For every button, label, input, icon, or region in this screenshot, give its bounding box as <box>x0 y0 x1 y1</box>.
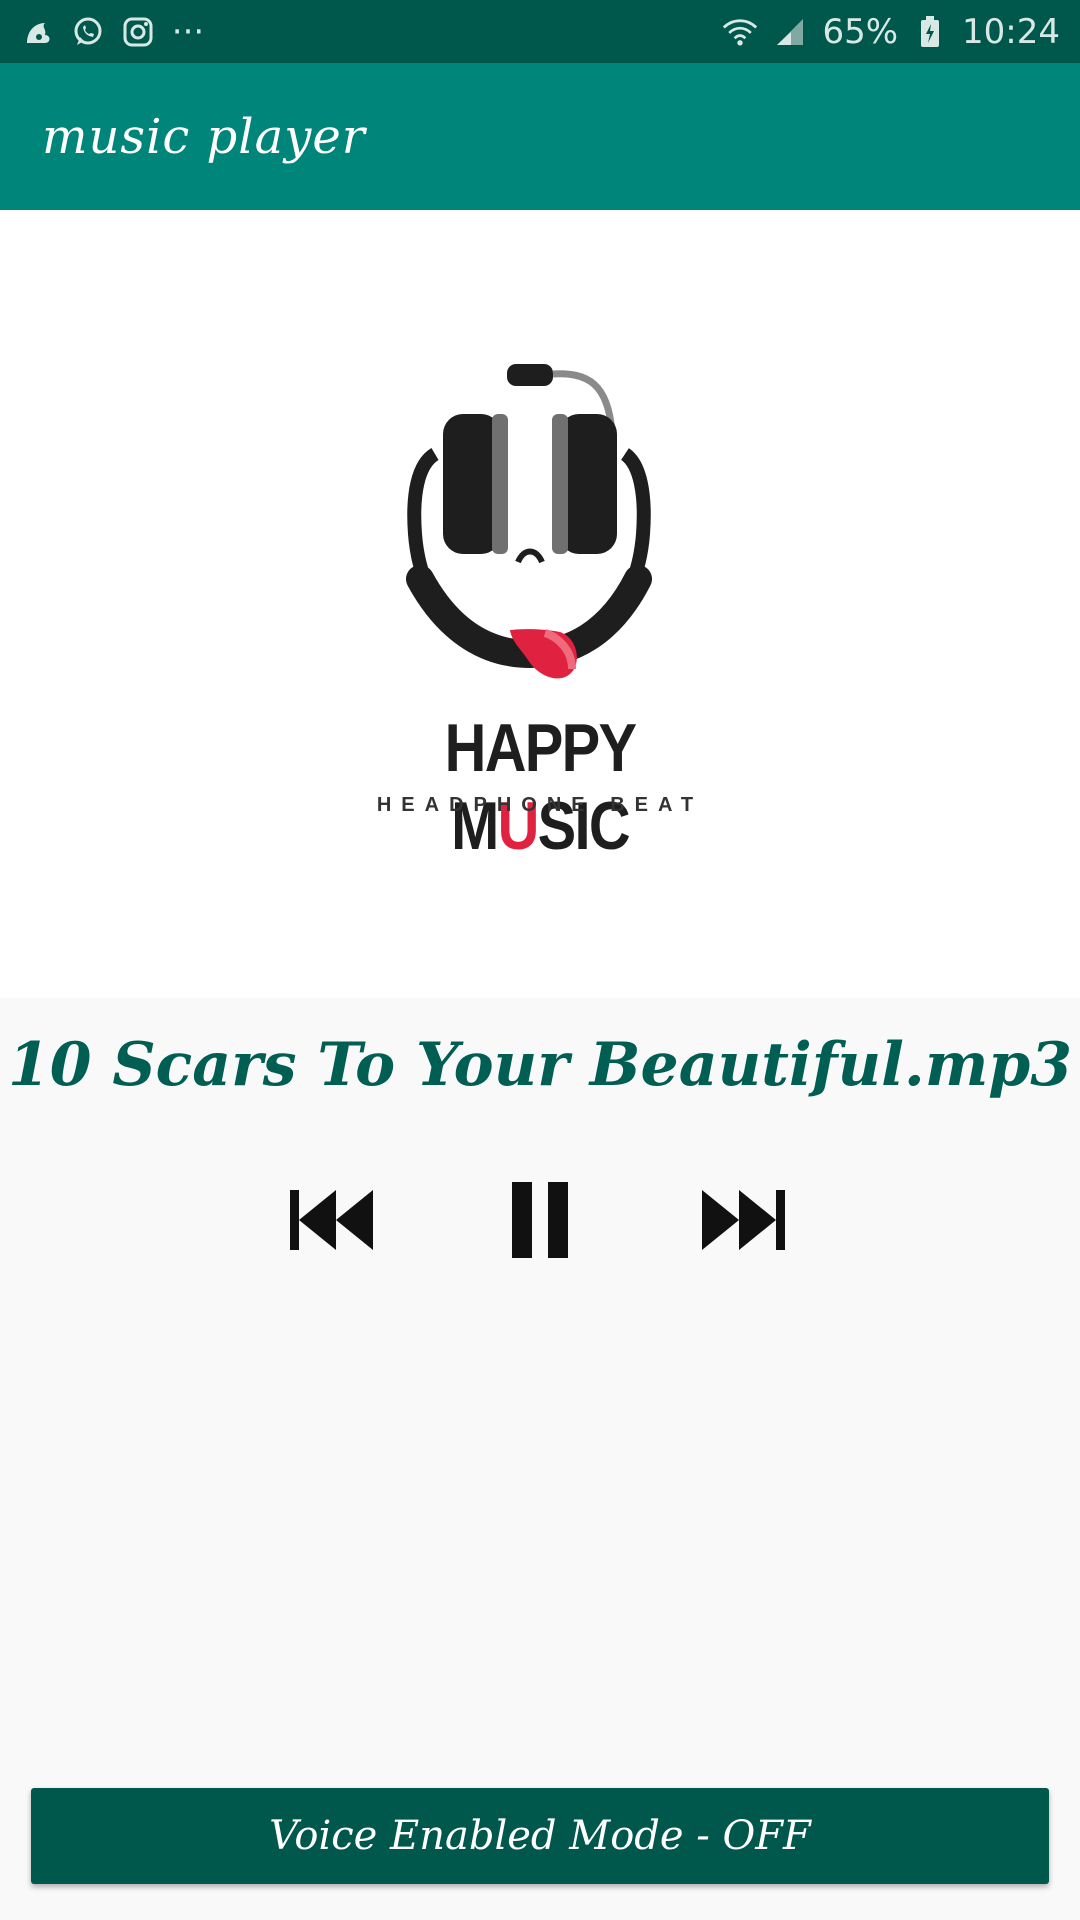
app-bar: music player <box>0 63 1080 210</box>
next-button[interactable] <box>690 1170 800 1270</box>
more-notifications-icon: ··· <box>170 11 206 52</box>
app-title: music player <box>42 108 366 165</box>
pause-icon <box>512 1182 568 1258</box>
clock: 10:24 <box>962 11 1060 52</box>
pause-button[interactable] <box>485 1170 595 1270</box>
whatsapp-icon <box>70 14 106 50</box>
logo-tagline: HEADPHONE BEAT <box>376 794 704 816</box>
headphone-face-icon <box>406 364 652 679</box>
logo-brand-text: HAPPY MUSIC <box>370 709 710 865</box>
status-bar: ··· 65% 10:24 <box>0 0 1080 63</box>
uc-browser-icon <box>20 14 56 50</box>
system-indicators: 65% 10:24 <box>722 12 1060 52</box>
battery-icon <box>912 14 948 50</box>
voice-mode-button[interactable]: Voice Enabled Mode - OFF <box>31 1788 1049 1884</box>
notification-icons: ··· <box>20 11 206 52</box>
next-icon <box>702 1190 785 1250</box>
happy-music-logo: HAPPY MUSIC HEADPHONE BEAT <box>340 354 740 864</box>
battery-percent: 65% <box>822 11 899 52</box>
instagram-icon <box>120 14 156 50</box>
voice-mode-label: Voice Enabled Mode - OFF <box>269 1813 811 1859</box>
track-title: 10 Scars To Your Beautiful.mp3 <box>7 1030 1073 1100</box>
previous-icon <box>290 1190 373 1250</box>
album-art-area: HAPPY MUSIC HEADPHONE BEAT <box>0 210 1080 998</box>
playback-controls <box>0 1170 1080 1270</box>
previous-button[interactable] <box>275 1170 385 1270</box>
more-notifications-text: ··· <box>171 11 205 52</box>
signal-icon <box>772 14 808 50</box>
wifi-icon <box>722 14 758 50</box>
